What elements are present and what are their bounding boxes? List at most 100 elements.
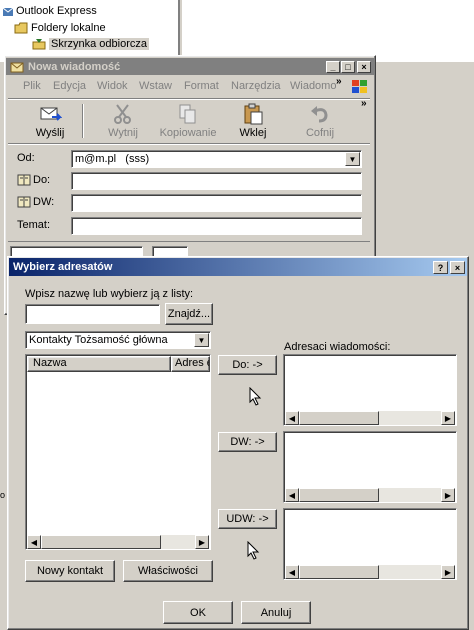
scroll-thumb[interactable]: [299, 411, 379, 425]
mouse-cursor-icon: [247, 540, 261, 561]
bcc-button[interactable]: UDW: ->: [218, 509, 277, 529]
message-list-pane: [182, 0, 474, 62]
toolbar-separator: [82, 104, 84, 138]
cc-hscroll[interactable]: ◀ ▶: [285, 488, 455, 502]
cc-field-label[interactable]: DW:: [17, 196, 54, 208]
find-button[interactable]: Znajdź...: [165, 303, 213, 325]
scroll-thumb[interactable]: [299, 488, 379, 502]
windows-logo-icon: [350, 78, 370, 96]
maximize-button[interactable]: □: [341, 61, 355, 73]
ok-button[interactable]: OK: [163, 601, 233, 624]
compose-window-icon: [10, 61, 24, 73]
dropdown-arrow-icon[interactable]: ▼: [345, 152, 360, 166]
scroll-right-icon[interactable]: ▶: [441, 488, 455, 502]
tree-item-outlook-express[interactable]: Outlook Express: [2, 5, 97, 17]
scroll-thumb[interactable]: [299, 565, 379, 579]
paste-icon: [242, 103, 264, 125]
scroll-left-icon[interactable]: ◀: [285, 411, 299, 425]
scroll-left-icon[interactable]: ◀: [27, 535, 41, 549]
cancel-button[interactable]: Anuluj: [241, 601, 311, 624]
to-hscroll[interactable]: ◀ ▶: [285, 411, 455, 425]
bcc-hscroll[interactable]: ◀ ▶: [285, 565, 455, 579]
menu-format[interactable]: Format: [184, 80, 219, 92]
help-button[interactable]: ?: [433, 261, 448, 274]
from-value: m@m.pl (sss): [75, 153, 150, 165]
folder-tree-pane: Outlook Express Foldery lokalne Skrzynka…: [0, 0, 180, 62]
compose-title: Nowa wiadomość: [28, 60, 121, 73]
contacts-select-value: Kontakty Tożsamość główna: [29, 334, 168, 346]
search-prompt: Wpisz nazwę lub wybierz ją z listy:: [25, 288, 194, 300]
menu-tools[interactable]: Narzędzia: [231, 80, 281, 92]
inbox-icon: [32, 38, 46, 50]
paste-button[interactable]: Wklej: [233, 103, 273, 139]
scroll-right-icon[interactable]: ▶: [441, 565, 455, 579]
scissors-icon: [112, 103, 134, 125]
dropdown-arrow-icon[interactable]: ▼: [194, 333, 209, 347]
properties-button[interactable]: Właściwości: [123, 560, 213, 582]
to-input[interactable]: [71, 172, 362, 190]
dialog-title: Wybierz adresatów: [13, 261, 113, 273]
contacts-hscroll[interactable]: ◀ ▶: [27, 535, 209, 549]
scroll-left-icon[interactable]: ◀: [285, 488, 299, 502]
cc-label: DW:: [33, 196, 55, 208]
recipients-label: Adresaci wiadomości:: [284, 341, 391, 353]
copy-icon: [177, 103, 199, 125]
tree-item-label: Skrzynka odbiorcza: [49, 38, 149, 50]
scroll-thumb[interactable]: [41, 535, 161, 549]
search-input[interactable]: [25, 304, 160, 324]
contacts-list[interactable]: Nazwa Adres e- ◀ ▶: [25, 354, 211, 550]
address-book-icon: [17, 196, 31, 208]
contacts-select[interactable]: Kontakty Tożsamość główna ▼: [25, 331, 211, 349]
tree-item-local-folders[interactable]: Foldery lokalne: [14, 22, 106, 34]
to-recipients-box[interactable]: ◀ ▶: [283, 354, 457, 426]
toolbar-divider-bottom: [8, 143, 370, 145]
copy-button[interactable]: Kopiowanie: [160, 103, 216, 139]
cut-label: Wytnij: [108, 127, 138, 139]
tree-item-inbox[interactable]: Skrzynka odbiorcza: [32, 38, 149, 50]
menu-insert[interactable]: Wstaw: [139, 80, 172, 92]
subject-label: Temat:: [17, 219, 51, 231]
to-label: Do:: [33, 174, 51, 186]
scroll-right-icon[interactable]: ▶: [441, 411, 455, 425]
format-toolbar: [8, 241, 370, 258]
subject-input[interactable]: [71, 217, 362, 235]
toolbar-divider: [8, 98, 370, 100]
compose-titlebar: Nowa wiadomość: [6, 58, 374, 75]
menu-view[interactable]: Widok: [97, 80, 128, 92]
column-header-email-label: Adres e-: [175, 357, 209, 369]
tree-item-label: Outlook Express: [16, 5, 97, 17]
column-header-email[interactable]: Adres e-: [171, 356, 210, 372]
menu-file[interactable]: Plik: [23, 80, 41, 92]
scroll-right-icon[interactable]: ▶: [195, 535, 209, 549]
send-button[interactable]: Wyślij: [30, 103, 70, 139]
cc-button[interactable]: DW: ->: [218, 432, 277, 452]
scroll-left-icon[interactable]: ◀: [285, 565, 299, 579]
dialog-titlebar: Wybierz adresatów: [9, 258, 467, 276]
to-field-label[interactable]: Do:: [17, 174, 50, 186]
to-button[interactable]: Do: ->: [218, 355, 277, 375]
undo-icon: [309, 103, 331, 125]
cut-button[interactable]: Wytnij: [103, 103, 143, 139]
from-label: Od:: [17, 152, 35, 164]
address-book-icon: [17, 174, 31, 186]
new-contact-button[interactable]: Nowy kontakt: [25, 560, 115, 582]
folder-icon: [14, 22, 28, 34]
dialog-close-button[interactable]: ×: [450, 261, 465, 274]
from-select[interactable]: m@m.pl (sss) ▼: [71, 150, 362, 168]
column-header-name[interactable]: Nazwa: [27, 356, 171, 372]
menu-edit[interactable]: Edycja: [53, 80, 86, 92]
menu-message[interactable]: Wiadomo: [290, 80, 336, 92]
cc-input[interactable]: [71, 194, 362, 212]
bcc-recipients-box[interactable]: ◀ ▶: [283, 508, 457, 580]
undo-label: Cofnij: [305, 127, 335, 139]
menu-overflow-icon[interactable]: »: [336, 76, 342, 87]
send-icon: [38, 103, 63, 125]
close-button[interactable]: ×: [357, 61, 371, 73]
mouse-cursor-icon: [249, 386, 263, 407]
minimize-button[interactable]: _: [326, 61, 340, 73]
send-label: Wyślij: [35, 127, 65, 139]
undo-button[interactable]: Cofnij: [300, 103, 340, 139]
outlook-express-icon: [2, 5, 14, 17]
cc-recipients-box[interactable]: ◀ ▶: [283, 431, 457, 503]
copy-label: Kopiowanie: [159, 127, 217, 139]
